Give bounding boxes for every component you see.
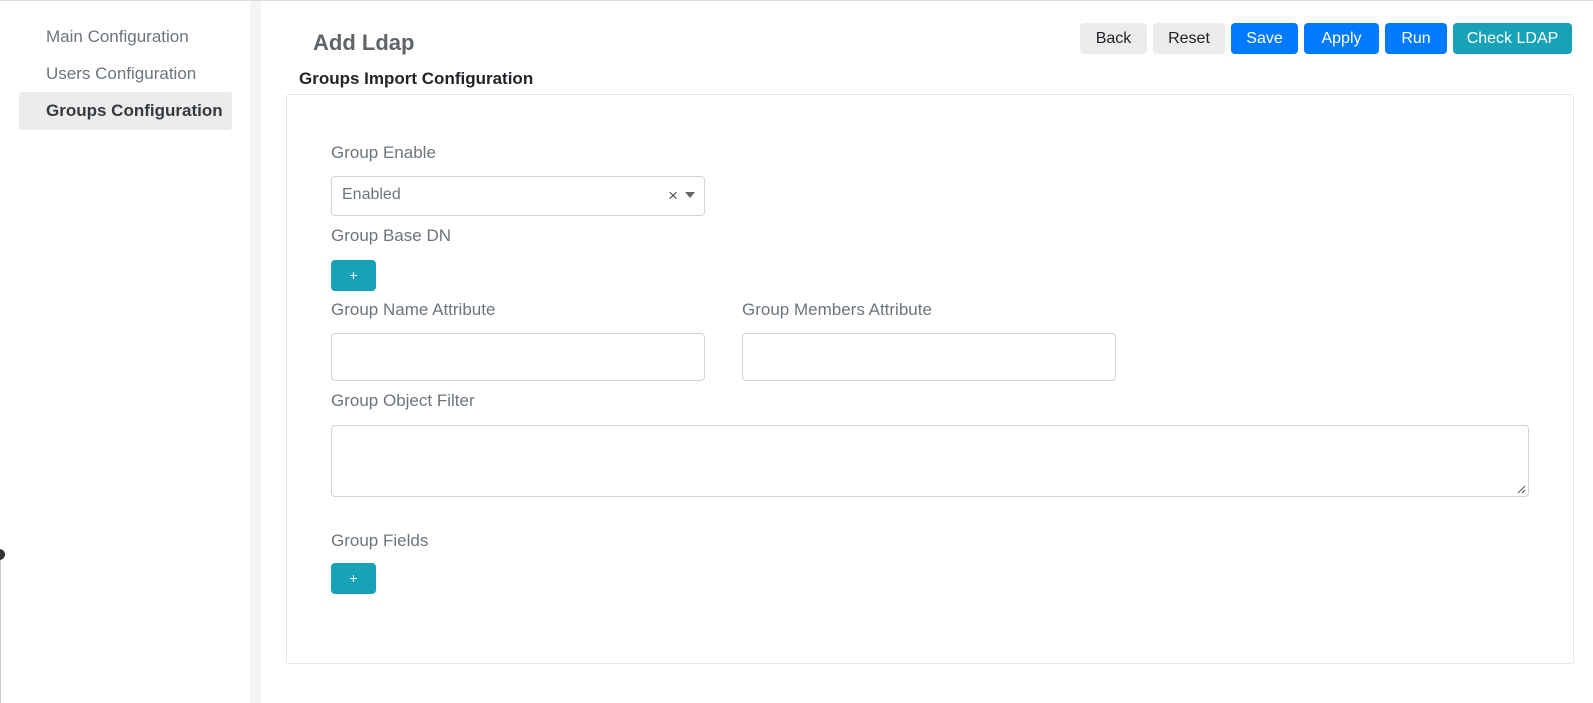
clear-icon[interactable]: ×: [668, 186, 678, 206]
save-button[interactable]: Save: [1231, 23, 1298, 54]
sidebar-item-groups-configuration[interactable]: Groups Configuration: [19, 92, 232, 130]
sidebar-item-users-configuration[interactable]: Users Configuration: [19, 55, 232, 93]
add-group-base-dn-button[interactable]: +: [331, 260, 376, 291]
group-enable-label: Group Enable: [331, 143, 436, 162]
group-members-attribute-label: Group Members Attribute: [742, 300, 932, 319]
sidebar: Main Configuration Users Configuration G…: [0, 1, 250, 703]
sidebar-item-main-configuration[interactable]: Main Configuration: [19, 18, 232, 56]
sidebar-gutter: [250, 1, 261, 703]
group-base-dn-label: Group Base DN: [331, 226, 451, 245]
page-title: Add Ldap: [313, 30, 415, 55]
group-name-attribute-input[interactable]: [331, 333, 705, 381]
check-ldap-button[interactable]: Check LDAP: [1453, 23, 1572, 54]
group-members-attribute-input[interactable]: [742, 333, 1116, 381]
group-name-attribute-label: Group Name Attribute: [331, 300, 496, 319]
resize-grip-icon[interactable]: [1516, 484, 1526, 494]
run-button[interactable]: Run: [1385, 23, 1447, 54]
back-button[interactable]: Back: [1080, 23, 1147, 54]
section-title: Groups Import Configuration: [299, 69, 534, 88]
caret-down-icon[interactable]: [685, 192, 695, 198]
add-group-field-button[interactable]: +: [331, 563, 376, 594]
reset-button[interactable]: Reset: [1153, 23, 1225, 54]
group-enable-value: Enabled: [342, 186, 401, 203]
group-enable-select[interactable]: Enabled ×: [331, 176, 705, 216]
group-object-filter-label: Group Object Filter: [331, 391, 475, 410]
group-fields-label: Group Fields: [331, 531, 429, 550]
group-object-filter-textarea[interactable]: [331, 425, 1529, 497]
panel-edge: [0, 553, 1, 703]
apply-button[interactable]: Apply: [1304, 23, 1379, 54]
